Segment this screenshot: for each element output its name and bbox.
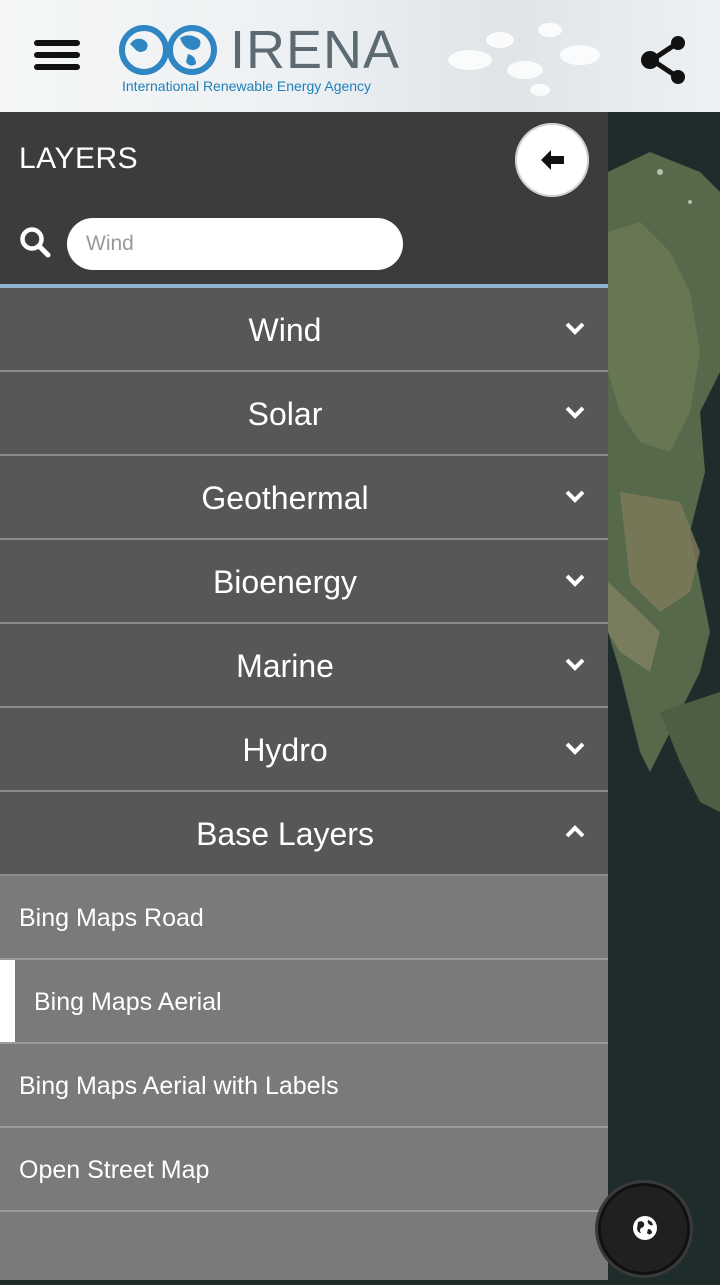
category-label: Wind (248, 312, 322, 348)
category-wind[interactable]: Wind (0, 288, 608, 372)
category-label: Bioenergy (212, 564, 358, 600)
category-base-layers[interactable]: Base Layers (0, 792, 608, 876)
globe-button[interactable] (601, 1186, 687, 1272)
category-label: Geothermal (201, 480, 369, 516)
base-layer-bing-maps-road[interactable]: Bing Maps Road (0, 876, 608, 960)
globe-icon (633, 1216, 657, 1240)
share-button[interactable] (638, 34, 690, 86)
chevron-down-icon (565, 406, 585, 419)
category-label: Solar (247, 396, 323, 432)
category-label: Base Layers (196, 816, 374, 852)
arrow-left-icon (541, 150, 564, 170)
chevron-down-icon (565, 574, 585, 587)
base-layer-label: Bing Maps Aerial with Labels (19, 1072, 339, 1100)
category-label: Hydro (242, 732, 328, 768)
search-icon (20, 227, 51, 258)
category-marine[interactable]: Marine (0, 624, 608, 708)
base-layer-bing-maps-aerial[interactable]: Bing Maps Aerial (0, 960, 608, 1044)
panel-title: LAYERS (19, 142, 139, 175)
base-layer-bing-maps-aerial-labels[interactable]: Bing Maps Aerial with Labels (0, 1044, 608, 1128)
base-layer-label: Bing Maps Aerial (34, 988, 222, 1016)
base-layer-label: Open Street Map (19, 1156, 210, 1184)
category-solar[interactable]: Solar (0, 372, 608, 456)
category-bioenergy[interactable]: Bioenergy (0, 540, 608, 624)
chevron-down-icon (565, 742, 585, 755)
category-hydro[interactable]: Hydro (0, 708, 608, 792)
layers-panel: LAYERS Wind Solar Geothermal Bioenergy (0, 112, 608, 1280)
app-header: IRENA International Renewable Energy Age… (0, 0, 720, 112)
irena-logo[interactable]: IRENA International Renewable Energy Age… (118, 20, 408, 100)
base-layer-label: Bing Maps Road (19, 904, 204, 932)
chevron-down-icon (565, 490, 585, 503)
layer-search-input[interactable] (67, 218, 403, 270)
category-geothermal[interactable]: Geothermal (0, 456, 608, 540)
layer-category-list: Wind Solar Geothermal Bioenergy Marine H… (0, 288, 608, 1212)
irena-globe-logo-icon (119, 25, 217, 75)
share-icon (641, 36, 685, 84)
chevron-down-icon (565, 322, 585, 335)
selected-indicator (0, 960, 15, 1042)
layers-panel-header: LAYERS (0, 112, 608, 284)
menu-button[interactable] (34, 40, 80, 76)
logo-subtitle: International Renewable Energy Agency (122, 78, 372, 94)
logo-wordmark: IRENA (230, 20, 401, 80)
header-map-background (448, 23, 600, 96)
category-label: Marine (236, 648, 334, 684)
hamburger-menu-icon (34, 40, 80, 46)
close-panel-button[interactable] (515, 123, 589, 197)
chevron-down-icon (565, 658, 585, 671)
base-layer-open-street-map[interactable]: Open Street Map (0, 1128, 608, 1212)
chevron-up-icon (565, 825, 585, 838)
